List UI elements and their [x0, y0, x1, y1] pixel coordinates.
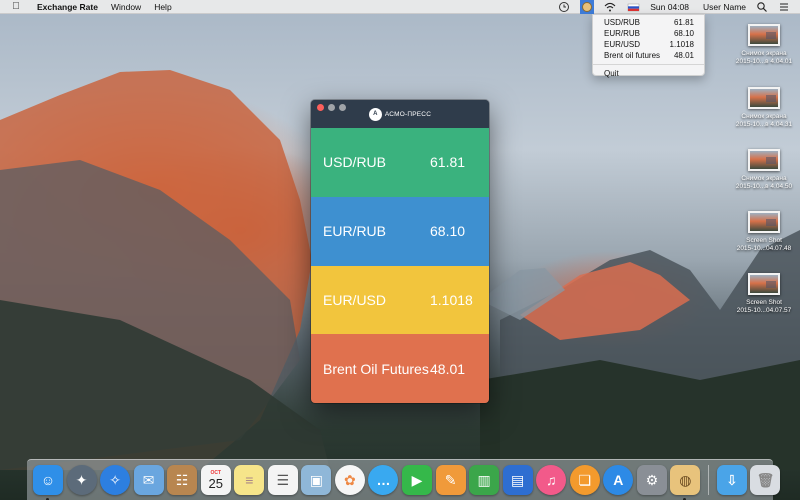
file-name-line1: Screen Shot: [746, 299, 782, 306]
status-menu-value: 1.1018: [669, 40, 694, 49]
mail-icon[interactable]: ✉: [133, 465, 164, 495]
file-name-line1: Screen Shot: [746, 237, 782, 244]
menu-help[interactable]: Help: [154, 2, 171, 12]
asmo-press-logo-icon: А: [368, 107, 382, 121]
photos-icon[interactable]: ✿: [334, 465, 365, 495]
itunes-icon[interactable]: ♫: [536, 465, 567, 495]
exchange-rate-window: А АСМО-ПРЕСС USD/RUB 61.81 EUR/RUB 68.10…: [311, 100, 489, 403]
rate-row-eur-rub[interactable]: EUR/RUB 68.10: [311, 196, 489, 266]
pages-icon[interactable]: ✎: [435, 465, 466, 495]
rate-value: 61.81: [430, 154, 466, 171]
file-name-line2: 2015-10...04.07.57: [736, 307, 792, 314]
window-controls: [317, 104, 350, 111]
keynote-icon[interactable]: ▤: [502, 465, 533, 495]
safari-icon[interactable]: ✧: [100, 465, 131, 495]
ibooks-icon[interactable]: ❏: [569, 465, 600, 495]
file-name-line1: Снимок экрана: [741, 175, 787, 182]
menu-bar:  Exchange Rate Window Help Sun 04:08 Us…: [0, 0, 800, 14]
brand-logo: А АСМО-ПРЕСС: [368, 107, 432, 121]
list-icon[interactable]: [778, 1, 790, 13]
rate-label: EUR/USD: [323, 291, 387, 308]
desktop-file-screenshot-1[interactable]: Снимок экрана 2015-10...в 4.04.01: [726, 24, 800, 66]
status-menu-value: 48.01: [673, 51, 694, 60]
rate-label: USD/RUB: [323, 154, 387, 171]
rate-value: 48.01: [430, 360, 466, 377]
status-menu-item-brent[interactable]: Brent oil futures 48.01: [593, 50, 704, 61]
wifi-icon[interactable]: [604, 1, 616, 13]
time-machine-icon[interactable]: [558, 1, 570, 13]
file-name-line1: Снимок экрана: [741, 113, 787, 120]
status-menu-item-eur-rub[interactable]: EUR/RUB 68.10: [593, 28, 704, 39]
window-titlebar[interactable]: А АСМО-ПРЕСС: [311, 100, 489, 128]
notes-icon[interactable]: ≡: [234, 465, 265, 495]
globe-icon: [582, 2, 593, 12]
rate-label: Brent Oil Futures: [323, 360, 429, 377]
status-menu-label: EUR/USD: [604, 40, 641, 49]
trash-icon[interactable]: 🗑: [750, 465, 781, 495]
screenshot-thumbnail-icon: [748, 149, 780, 171]
screenshot-thumbnail-icon: [748, 211, 780, 233]
reminders-icon[interactable]: ☰: [267, 465, 298, 495]
file-name-line2: 2015-10...в 4.04.50: [735, 183, 793, 190]
menu-app-name[interactable]: Exchange Rate: [37, 2, 98, 12]
screenshot-thumbnail-icon: [748, 24, 780, 46]
exchange-rate-status-icon[interactable]: [580, 0, 595, 14]
zoom-button[interactable]: [339, 104, 346, 111]
rate-label: EUR/RUB: [323, 223, 387, 240]
screenshot-thumbnail-icon: [748, 273, 780, 295]
launchpad-icon[interactable]: ✦: [66, 465, 97, 495]
status-menu-item-eur-usd[interactable]: EUR/USD 1.1018: [593, 39, 704, 50]
calendar-icon[interactable]: OCT 25: [200, 465, 231, 495]
status-menu-label: USD/RUB: [604, 18, 641, 27]
apple-menu-icon[interactable]: : [9, 0, 23, 14]
file-name-line1: Снимок экрана: [741, 50, 787, 57]
search-icon[interactable]: [756, 1, 768, 13]
menu-window[interactable]: Window: [111, 2, 141, 12]
flag-icon[interactable]: [626, 1, 640, 13]
finder-icon[interactable]: ☺: [33, 465, 63, 500]
rate-value: 1.1018: [430, 291, 473, 308]
desktop-file-screenshot-2[interactable]: Снимок экрана 2015-10...в 4.04.31: [726, 87, 800, 129]
exchange-rate-icon[interactable]: ◍: [670, 465, 701, 500]
rate-row-brent-oil[interactable]: Brent Oil Futures 48.01: [311, 334, 489, 403]
file-name-line2: 2015-10...04.07.48: [736, 245, 792, 252]
preview-icon[interactable]: ▣: [301, 465, 332, 495]
contacts-icon[interactable]: ☷: [167, 465, 198, 495]
file-name-line2: 2015-10...в 4.04.01: [735, 58, 793, 65]
rate-row-usd-rub[interactable]: USD/RUB 61.81: [311, 128, 489, 197]
status-menu-quit[interactable]: Quit: [593, 68, 704, 79]
status-menu-item-usd-rub[interactable]: USD/RUB 61.81: [593, 17, 704, 28]
screenshot-thumbnail-icon: [748, 87, 780, 109]
menu-user-name[interactable]: User Name: [703, 2, 746, 12]
system-preferences-icon[interactable]: ⚙: [636, 465, 667, 495]
status-dropdown-menu: USD/RUB 61.81 EUR/RUB 68.10 EUR/USD 1.10…: [592, 14, 705, 79]
status-menu-divider: [593, 64, 704, 65]
calendar-day: 25: [208, 475, 223, 491]
dock: ☺ ✦ ✧ ✉ ☷ OCT 25 ≡ ☰ ▣ ✿ … ▶ ✎ ▥ ▤ ♫ ❏ A…: [27, 459, 781, 500]
app-store-icon[interactable]: A: [603, 465, 634, 495]
facetime-icon[interactable]: ▶: [402, 465, 433, 495]
messages-icon[interactable]: …: [368, 465, 399, 495]
minimize-button[interactable]: [328, 104, 335, 111]
downloads-folder-icon[interactable]: ⇩: [716, 465, 747, 495]
status-menu-value: 61.81: [673, 18, 694, 27]
close-button[interactable]: [317, 104, 324, 111]
status-menu-value: 68.10: [673, 29, 694, 38]
file-name-line2: 2015-10...в 4.04.31: [735, 121, 793, 128]
rate-row-eur-usd[interactable]: EUR/USD 1.1018: [311, 265, 489, 335]
status-menu-label: Brent oil futures: [604, 51, 661, 60]
numbers-icon[interactable]: ▥: [469, 465, 500, 495]
desktop-file-screenshot-4[interactable]: Screen Shot 2015-10...04.07.48: [726, 211, 800, 253]
rate-value: 68.10: [430, 223, 466, 240]
status-menu-label: EUR/RUB: [604, 29, 641, 38]
desktop-file-screenshot-3[interactable]: Снимок экрана 2015-10...в 4.04.50: [726, 149, 800, 191]
dock-separator: [707, 465, 709, 495]
desktop-file-screenshot-5[interactable]: Screen Shot 2015-10...04.07.57: [726, 273, 800, 315]
menu-bar-extras: Sun 04:08 User Name: [558, 0, 800, 14]
menu-clock[interactable]: Sun 04:08: [650, 2, 689, 12]
brand-name: АСМО-ПРЕСС: [384, 110, 432, 118]
